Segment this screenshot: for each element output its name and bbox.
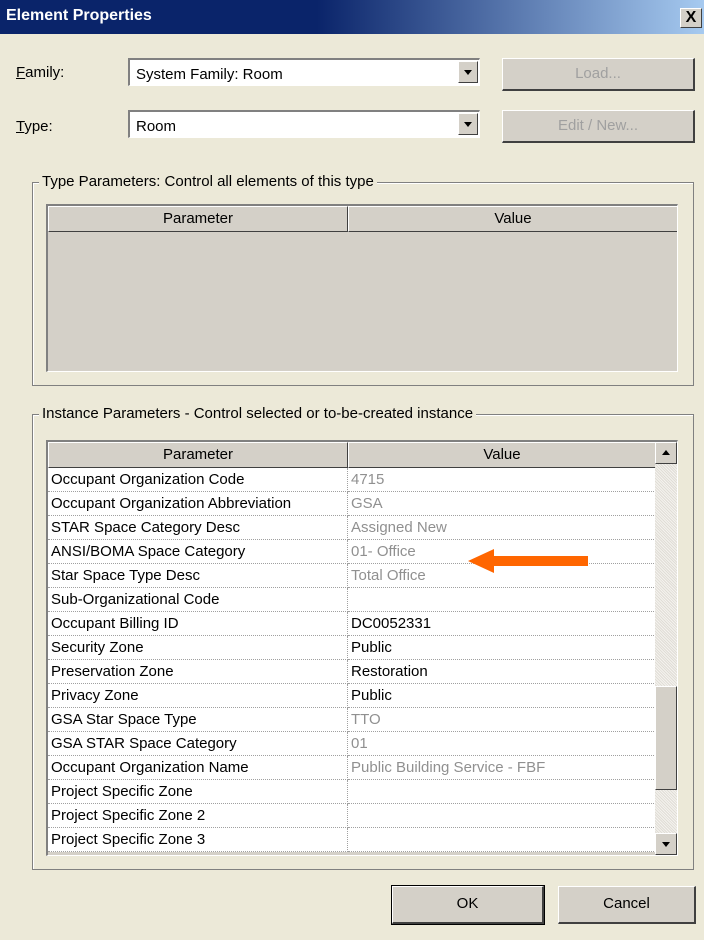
type-label: Type:	[16, 118, 53, 135]
parameter-name-cell: GSA STAR Space Category	[48, 732, 348, 756]
parameter-value-cell[interactable]	[348, 804, 656, 828]
parameter-name-cell: Sub-Organizational Code	[48, 588, 348, 612]
parameter-value-cell[interactable]	[348, 828, 656, 852]
parameter-value-cell[interactable]: Restoration	[348, 660, 656, 684]
parameter-name-cell: Project Specific Zone 2	[48, 804, 348, 828]
table-row[interactable]: Sub-Organizational Code	[48, 588, 656, 612]
table-row[interactable]: Project Specific Zone 3	[48, 828, 656, 852]
parameter-name-cell: Occupant Organization Abbreviation	[48, 492, 348, 516]
parameter-value-cell[interactable]: DC0052331	[348, 612, 656, 636]
ok-button[interactable]: OK	[391, 885, 545, 925]
parameter-value-cell[interactable]	[348, 780, 656, 804]
parameter-value-cell[interactable]: Public	[348, 684, 656, 708]
table-row[interactable]: GSA Star Space Type TTO	[48, 708, 656, 732]
table-row[interactable]: Privacy Zone Public	[48, 684, 656, 708]
table-row[interactable]: Occupant Organization Name Public Buildin…	[48, 756, 656, 780]
type-parameters-title: Type Parameters: Control all elements of…	[39, 173, 377, 190]
parameter-name-cell: Occupant Organization Name	[48, 756, 348, 780]
close-button[interactable]: X	[680, 8, 702, 28]
scroll-thumb[interactable]	[655, 686, 677, 790]
title-bar: Element Properties X	[0, 0, 704, 34]
table-row[interactable]: Occupant Organization Abbreviation GSA	[48, 492, 656, 516]
table-row[interactable]: GSA STAR Space Category 01	[48, 732, 656, 756]
edit-new-button[interactable]: Edit / New...	[502, 110, 695, 143]
parameter-name-cell: Project Specific Zone 3	[48, 828, 348, 852]
parameter-value-cell: 4715	[348, 468, 656, 492]
parameter-name-cell: GSA Star Space Type	[48, 708, 348, 732]
table-row[interactable]: Project Specific Zone	[48, 780, 656, 804]
instance-parameters-title: Instance Parameters - Control selected o…	[39, 405, 477, 422]
chevron-down-icon[interactable]	[458, 61, 478, 83]
scroll-up-button[interactable]	[655, 442, 677, 464]
parameter-value-cell: 01	[348, 732, 656, 756]
parameter-name-cell: Security Zone	[48, 636, 348, 660]
parameter-name-cell: Privacy Zone	[48, 684, 348, 708]
window-title: Element Properties	[6, 7, 152, 24]
column-header-parameter[interactable]: Parameter	[48, 206, 348, 232]
parameter-value-cell[interactable]: Public	[348, 636, 656, 660]
table-row[interactable]: Security Zone Public	[48, 636, 656, 660]
parameter-name-cell: Occupant Organization Code	[48, 468, 348, 492]
parameter-name-cell: Occupant Billing ID	[48, 612, 348, 636]
parameter-name-cell: Preservation Zone	[48, 660, 348, 684]
parameter-name-cell: ANSI/BOMA Space Category	[48, 540, 348, 564]
column-header-parameter[interactable]: Parameter	[48, 442, 348, 468]
parameter-value-cell: GSA	[348, 492, 656, 516]
chevron-down-icon[interactable]	[458, 113, 478, 135]
table-row[interactable]: Project Specific Zone 2	[48, 804, 656, 828]
vertical-scrollbar[interactable]	[655, 442, 677, 855]
annotation-arrow-icon	[468, 549, 588, 573]
table-row[interactable]: Preservation Zone Restoration	[48, 660, 656, 684]
cancel-button[interactable]: Cancel	[558, 886, 696, 924]
family-select[interactable]: System Family: Room	[128, 58, 480, 86]
type-parameters-grid[interactable]: Parameter Value	[46, 204, 678, 372]
instance-parameters-grid[interactable]: Parameter Value Occupant Organization Co…	[46, 440, 678, 856]
family-label: Family:	[16, 64, 65, 81]
table-row[interactable]: Occupant Billing ID DC0052331	[48, 612, 656, 636]
load-button[interactable]: Load...	[502, 58, 695, 91]
family-select-value: System Family: Room	[136, 66, 283, 83]
column-header-value[interactable]: Value	[348, 442, 656, 468]
type-select[interactable]: Room	[128, 110, 480, 138]
parameter-name-cell: Project Specific Zone	[48, 780, 348, 804]
scroll-down-button[interactable]	[655, 833, 677, 855]
table-row[interactable]: STAR Space Category Desc Assigned New	[48, 516, 656, 540]
parameter-value-cell: Assigned New	[348, 516, 656, 540]
parameter-name-cell: STAR Space Category Desc	[48, 516, 348, 540]
column-header-value[interactable]: Value	[348, 206, 677, 232]
parameter-value-cell[interactable]	[348, 588, 656, 612]
type-select-value: Room	[136, 118, 177, 135]
parameter-name-cell: Star Space Type Desc	[48, 564, 348, 588]
parameter-value-cell: TTO	[348, 708, 656, 732]
parameter-value-cell: Public Building Service - FBF	[348, 756, 656, 780]
table-row[interactable]: Occupant Organization Code 4715	[48, 468, 656, 492]
